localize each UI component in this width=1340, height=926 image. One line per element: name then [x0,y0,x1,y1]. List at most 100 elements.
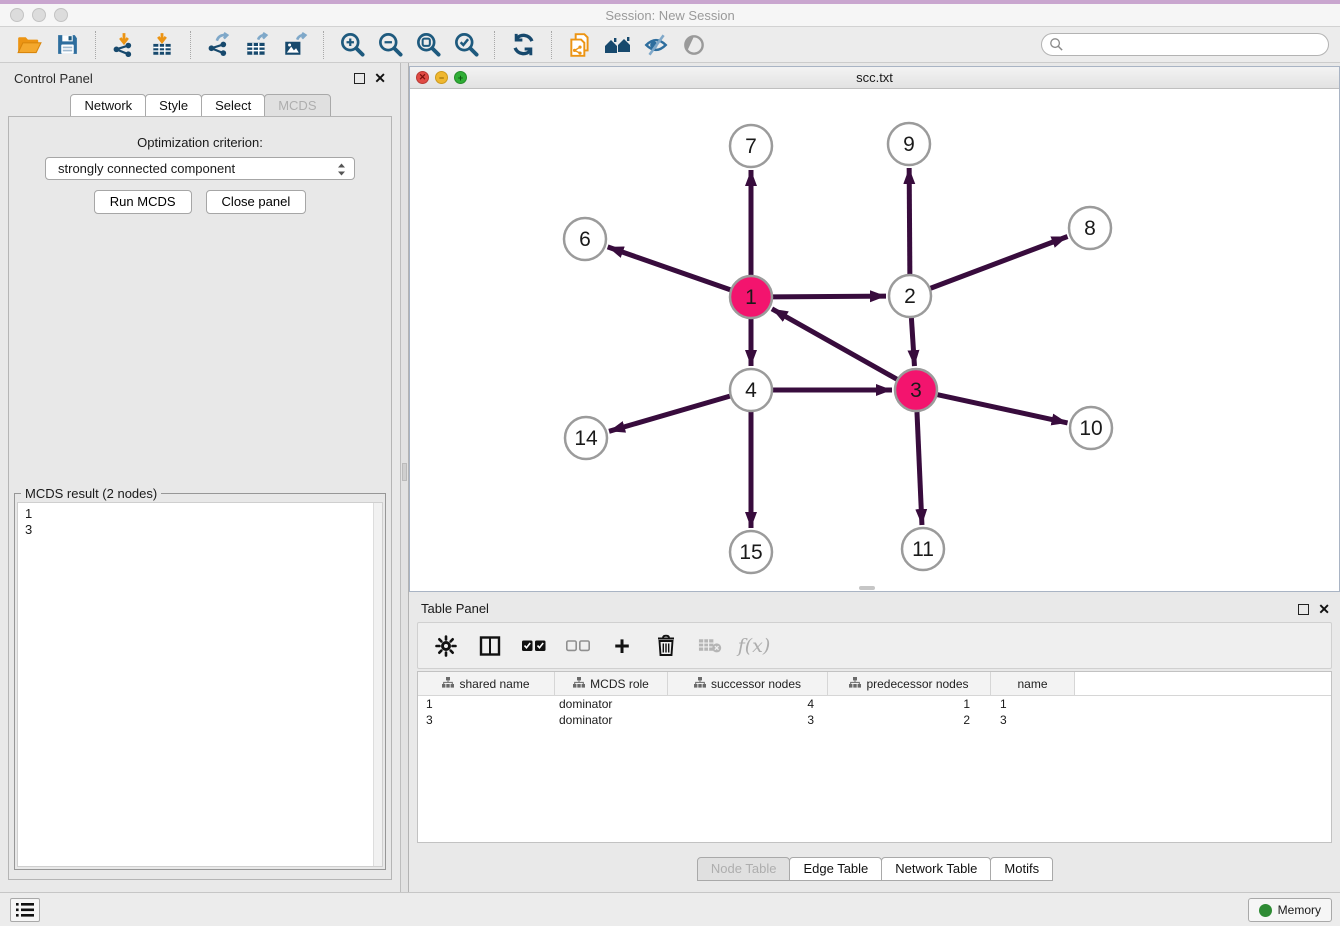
add-row-icon[interactable]: + [610,634,634,658]
float-table-panel-icon[interactable] [1298,604,1309,615]
status-bar: Memory [0,892,1340,926]
float-panel-icon[interactable] [354,73,365,84]
delete-icon[interactable] [654,634,678,658]
edge-3-1[interactable] [772,309,897,379]
edge-layer [608,168,1068,528]
import-table-icon[interactable] [148,31,176,59]
table-panel-title: Table Panel [421,601,489,616]
search-input[interactable] [1041,33,1329,56]
mcds-result-textarea[interactable]: 1 3 [17,502,383,867]
network-title: scc.txt [410,70,1339,85]
edge-2-9[interactable] [909,168,910,274]
clear-checkboxes-icon[interactable] [566,634,590,658]
edge-2-8[interactable] [931,236,1068,288]
tab-node-table[interactable]: Node Table [697,857,791,881]
graph-node-15[interactable]: 15 [730,531,772,573]
graph-node-10[interactable]: 10 [1070,407,1112,449]
table-cell: 4 [668,696,828,712]
graph-node-4[interactable]: 4 [730,369,772,411]
column-header-label: successor nodes [711,677,801,691]
node-label: 14 [574,427,598,450]
table-row[interactable]: 1dominator411 [418,696,1331,712]
zoom-in-icon[interactable] [338,31,366,59]
show-panels-icon[interactable] [680,31,708,59]
tab-network-table[interactable]: Network Table [881,857,991,881]
result-scrollbar[interactable] [373,503,382,866]
close-table-panel-icon[interactable]: ✕ [1318,602,1330,616]
tab-select[interactable]: Select [201,94,265,118]
main-toolbar [0,27,1340,63]
select-all-checkboxes-icon[interactable] [522,634,546,658]
table-cell: 3 [668,712,828,728]
chevron-updown-icon [336,161,347,181]
tab-network[interactable]: Network [70,94,146,118]
edge-1-2[interactable] [773,296,886,297]
column-header-name[interactable]: name [991,672,1075,695]
graph-node-11[interactable]: 11 [902,528,944,570]
task-history-button[interactable] [10,898,40,922]
edge-1-6[interactable] [608,247,731,290]
zoom-fit-icon[interactable] [414,31,442,59]
tab-motifs[interactable]: Motifs [990,857,1053,881]
gear-icon[interactable] [434,634,458,658]
run-mcds-button[interactable]: Run MCDS [94,190,192,214]
column-header-successor-nodes[interactable]: successor nodes [668,672,828,695]
canvas-scroll-handle[interactable] [859,586,875,590]
export-network-icon[interactable] [205,31,233,59]
function-builder-icon: f(x) [742,634,766,658]
attribute-type-icon [442,677,454,691]
column-header-label: shared name [459,677,529,691]
zoom-out-icon[interactable] [376,31,404,59]
mcds-pane: Optimization criterion: strongly connect… [8,116,392,880]
hide-panels-icon[interactable] [642,31,670,59]
graph-node-3[interactable]: 3 [895,369,937,411]
edge-3-11[interactable] [917,412,922,525]
table-cell: 1 [991,696,1075,712]
export-image-icon[interactable] [281,31,309,59]
tab-style[interactable]: Style [145,94,202,118]
zoom-selected-icon[interactable] [452,31,480,59]
memory-button[interactable]: Memory [1248,898,1332,922]
save-session-icon[interactable] [53,31,81,59]
search-icon [1049,37,1064,57]
graph-node-14[interactable]: 14 [565,417,607,459]
edge-2-3[interactable] [911,318,914,366]
panel-splitter[interactable] [400,63,409,892]
column-header-shared-name[interactable]: shared name [418,672,555,695]
network-canvas[interactable]: 7961284314101511 [410,89,1339,591]
table-cell: 2 [828,712,991,728]
graph-node-2[interactable]: 2 [889,275,931,317]
clone-network-icon[interactable] [566,31,594,59]
graph-node-7[interactable]: 7 [730,125,772,167]
table-cell: 3 [991,712,1075,728]
column-header-MCDS-role[interactable]: MCDS role [555,672,668,695]
column-header-predecessor-nodes[interactable]: predecessor nodes [828,672,991,695]
close-panel-button[interactable]: Close panel [206,190,307,214]
optimization-criterion-select[interactable]: strongly connected component [45,157,355,180]
memory-label: Memory [1278,903,1321,917]
node-label: 2 [904,285,916,308]
table-row[interactable]: 3dominator323 [418,712,1331,728]
node-label: 7 [745,135,757,158]
close-panel-icon[interactable]: ✕ [374,71,386,85]
graph-node-9[interactable]: 9 [888,123,930,165]
tab-mcds[interactable]: MCDS [264,94,330,118]
splitter-handle-icon[interactable] [402,463,407,481]
split-columns-icon[interactable] [478,634,502,658]
refresh-view-icon[interactable] [509,31,537,59]
table-cell: dominator [555,712,668,728]
graph-node-6[interactable]: 6 [564,218,606,260]
graph-node-1[interactable]: 1 [730,276,772,318]
mcds-result-title: MCDS result (2 nodes) [21,486,161,501]
edge-3-10[interactable] [937,395,1067,423]
graph-node-8[interactable]: 8 [1069,207,1111,249]
home-browser-icon[interactable] [604,31,632,59]
tab-edge-table[interactable]: Edge Table [789,857,882,881]
open-session-icon[interactable] [15,31,43,59]
network-graph[interactable]: 7961284314101511 [410,89,1339,591]
import-network-icon[interactable] [110,31,138,59]
network-window-titlebar[interactable]: ✕ − + scc.txt [410,67,1339,89]
edge-4-14[interactable] [609,396,730,431]
export-table-icon[interactable] [243,31,271,59]
optimization-criterion-label: Optimization criterion: [9,135,391,150]
